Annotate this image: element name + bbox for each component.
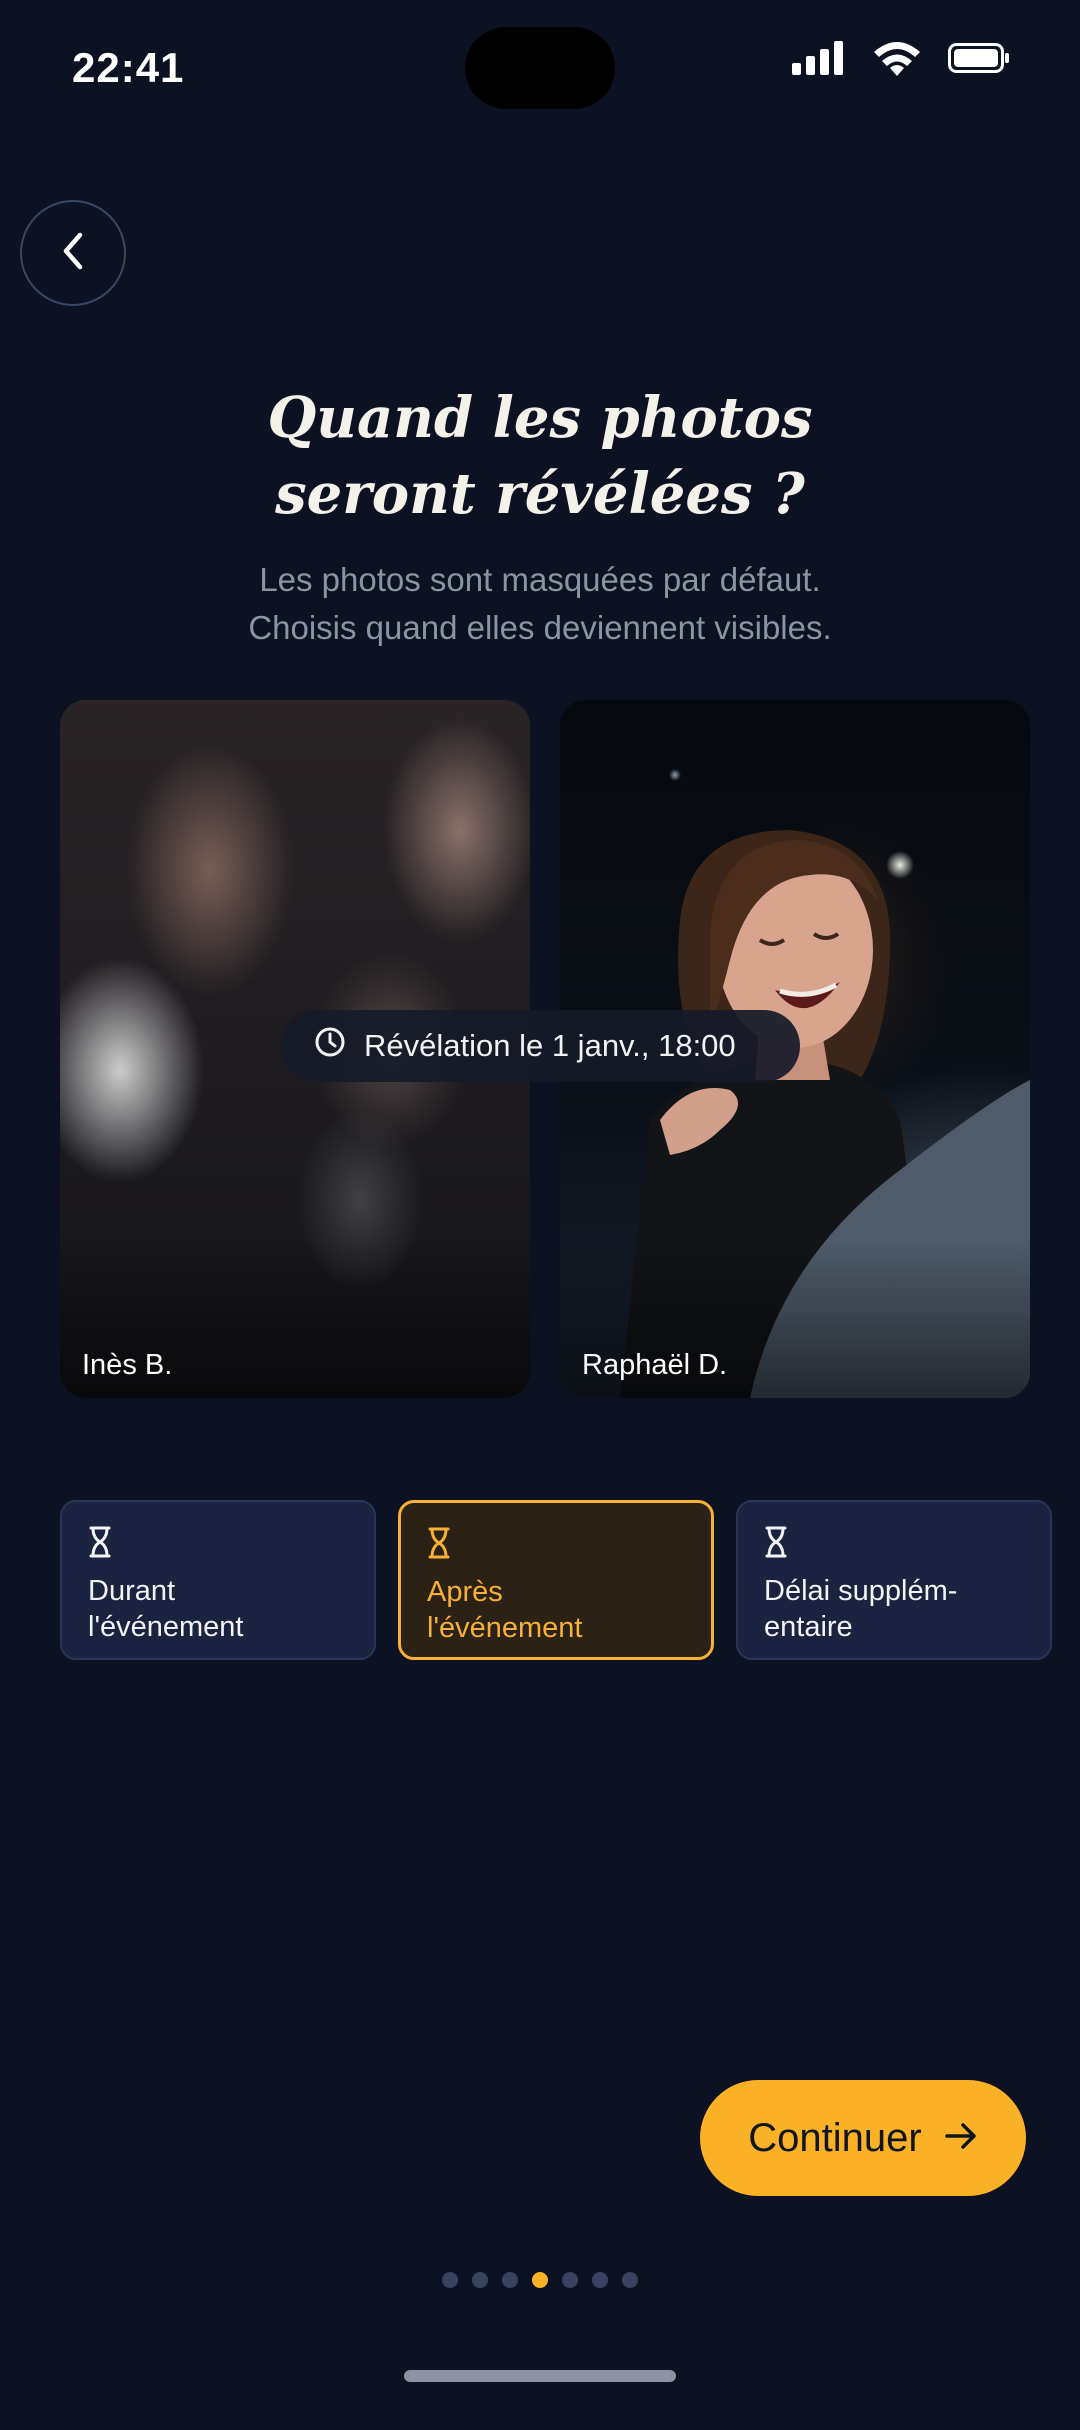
hourglass-icon	[88, 1526, 348, 1563]
chevron-left-icon	[58, 231, 88, 276]
photo-author-name: Inès B.	[82, 1349, 173, 1381]
subtitle-line-2: Choisis quand elles deviennent visibles.	[248, 609, 832, 646]
continue-label: Continuer	[748, 2115, 922, 2160]
status-icons	[792, 40, 1010, 76]
reveal-time-badge: Révélation le 1 janv., 18:00	[280, 1010, 800, 1082]
option-during-event[interactable]: Durant l'événement	[60, 1500, 376, 1660]
continue-button[interactable]: Continuer	[700, 2080, 1026, 2196]
photo-author-name: Raphaël D.	[582, 1349, 728, 1381]
page-dot-active	[532, 2272, 548, 2288]
clock-icon	[314, 1026, 346, 1066]
page-dot	[592, 2272, 608, 2288]
hourglass-icon	[764, 1526, 1024, 1563]
back-button[interactable]	[20, 200, 126, 306]
reveal-time-text: Révélation le 1 janv., 18:00	[364, 1028, 736, 1063]
wifi-icon	[872, 40, 922, 76]
page-title: Quand les photos seront révélées ?	[267, 385, 813, 527]
option-extra-delay[interactable]: Délai supplém- entaire	[736, 1500, 1052, 1660]
hourglass-icon	[427, 1527, 685, 1564]
page-dot	[472, 2272, 488, 2288]
home-indicator[interactable]	[404, 2370, 676, 2382]
signal-icon	[792, 41, 846, 75]
option-label: Après l'événement	[427, 1576, 583, 1644]
page-dot	[622, 2272, 638, 2288]
status-time: 22:41	[72, 44, 185, 91]
dynamic-island	[465, 27, 615, 109]
page-subtitle: Les photos sont masquées par défaut. Cho…	[0, 556, 1080, 652]
page-indicator	[0, 2272, 1080, 2288]
page-dot	[562, 2272, 578, 2288]
page-dot	[502, 2272, 518, 2288]
arrow-right-icon	[944, 2116, 978, 2161]
subtitle-line-1: Les photos sont masquées par défaut.	[259, 561, 821, 598]
battery-icon	[948, 43, 1010, 73]
option-label: Délai supplém- entaire	[764, 1575, 958, 1643]
page-dot	[442, 2272, 458, 2288]
option-label: Durant l'événement	[88, 1575, 244, 1643]
option-after-event[interactable]: Après l'événement	[398, 1500, 714, 1660]
